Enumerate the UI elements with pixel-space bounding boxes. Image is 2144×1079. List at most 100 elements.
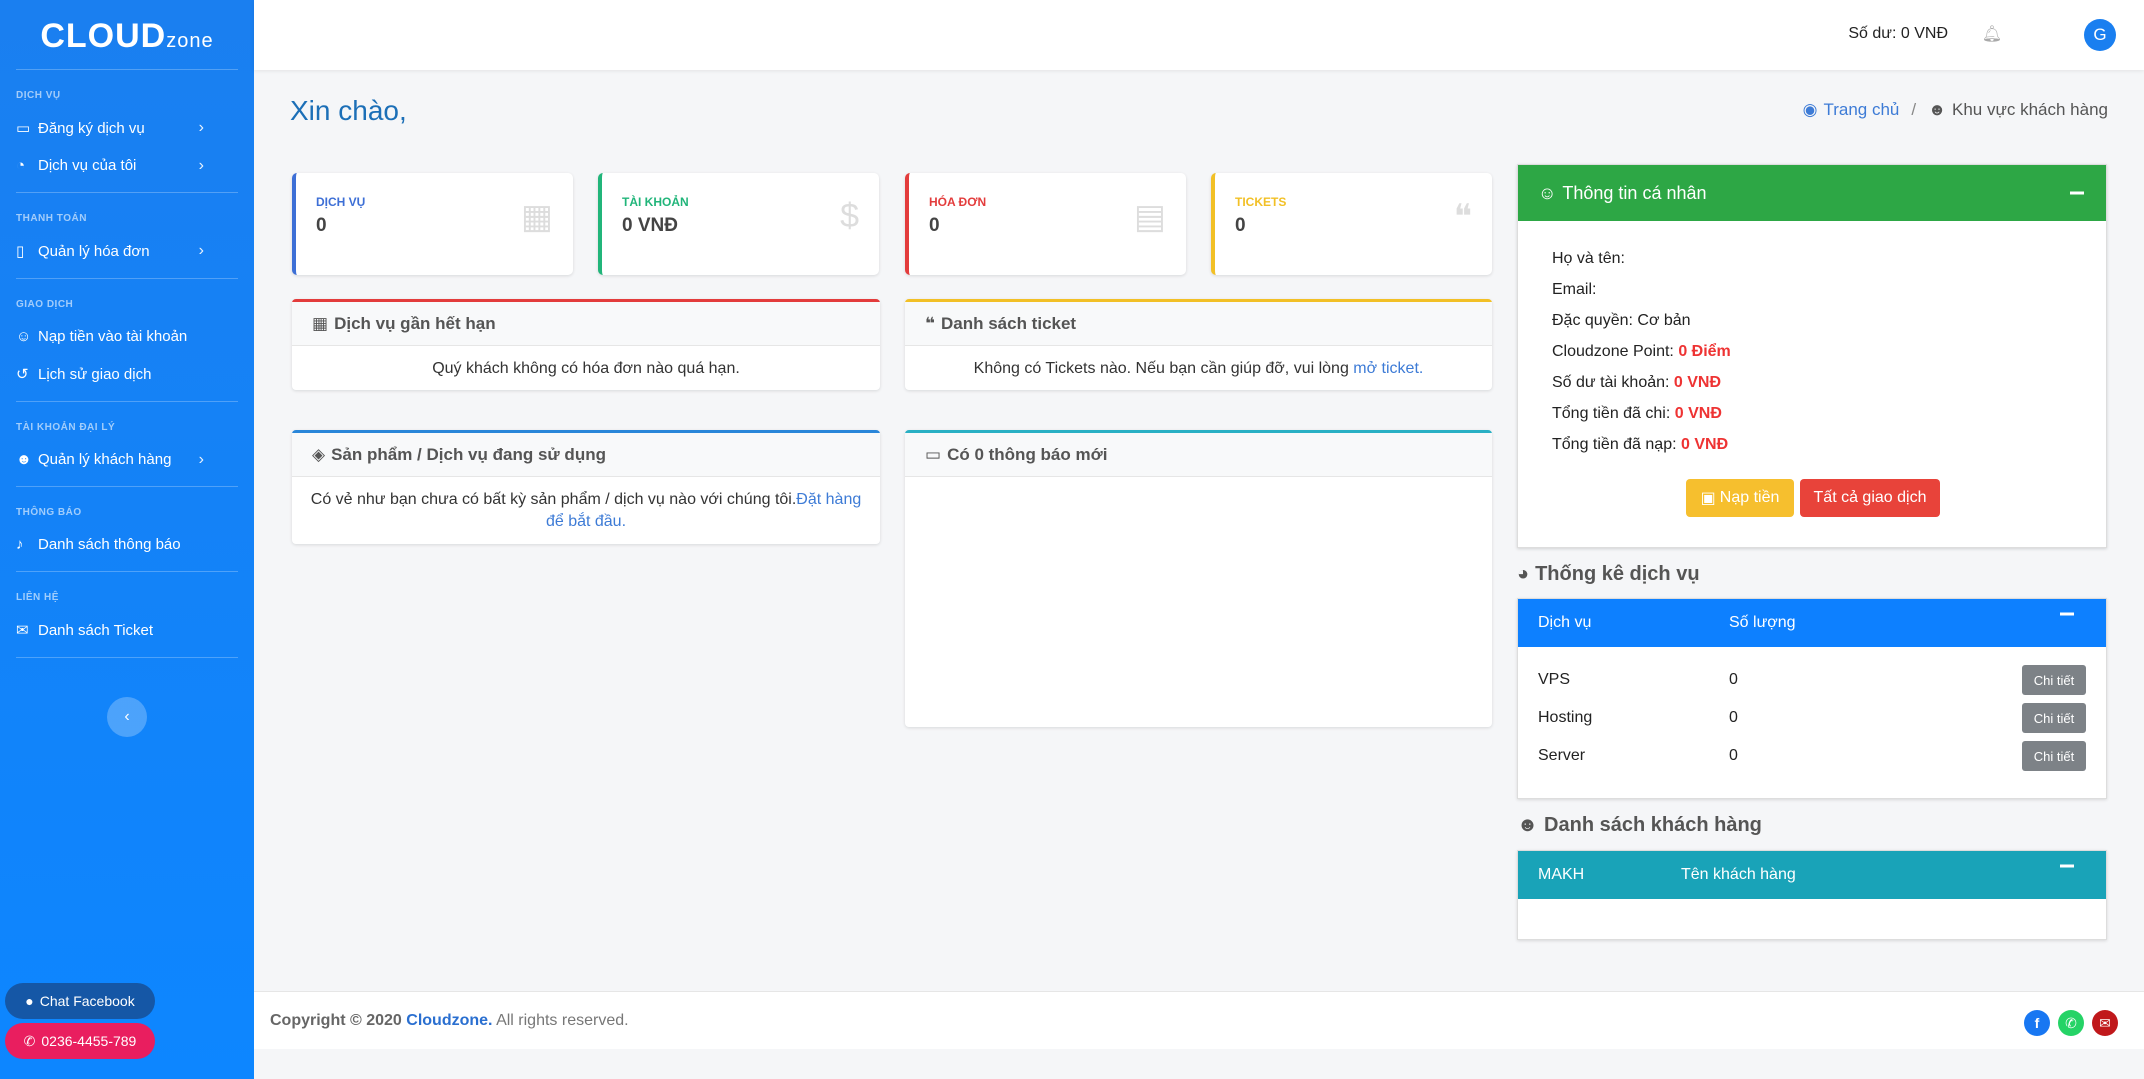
stat-label: HÓA ĐƠN <box>929 195 987 209</box>
sidebar-item-label: Danh sách Ticket <box>38 621 154 639</box>
panel-body: Có vẻ như bạn chưa có bất kỳ sản phẩm / … <box>292 477 880 545</box>
panel-body-text: Không có Tickets nào. Nếu bạn cần giúp đ… <box>973 360 1354 377</box>
detail-button[interactable]: Chi tiết <box>2022 741 2086 771</box>
balance-text: Số dư: 0 VNĐ <box>1848 25 1948 42</box>
chat-facebook-button[interactable]: ● Chat Facebook <box>5 983 155 1019</box>
breadcrumb-current: Khu vực khách hàng <box>1952 100 2108 119</box>
info-label: Đặc quyền: <box>1552 312 1633 329</box>
stat-value: 0 <box>1235 215 1246 236</box>
sidebar: CLOUDzone DỊCH VỤ ▭ Đăng ký dịch vụ › ◔ … <box>0 0 254 1079</box>
phone-icon: ✆ <box>23 1032 36 1049</box>
mail-icon[interactable]: ✉ <box>2092 1010 2118 1036</box>
calendar-icon: ▦ <box>520 198 553 236</box>
stat-card-invoices[interactable]: HÓA ĐƠN 0 ▤ <box>905 173 1186 275</box>
breadcrumb-home[interactable]: Trang chủ <box>1823 100 1899 120</box>
deposit-button-label: Nạp tiền <box>1719 489 1780 506</box>
stat-card-services[interactable]: DỊCH VỤ 0 ▦ <box>292 173 573 275</box>
stat-label: TICKETS <box>1235 195 1287 209</box>
stat-value: 0 <box>929 215 940 236</box>
deposit-button[interactable]: ▣ Nạp tiền <box>1686 479 1794 517</box>
info-row-point: Cloudzone Point: 0 Điểm <box>1552 336 2072 367</box>
sidebar-item-label: Dịch vụ của tôi <box>38 157 137 174</box>
sidebar-item-register-service[interactable]: ▭ Đăng ký dịch vụ › <box>0 109 254 147</box>
personal-info-rows: Họ và tên: Email: Đặc quyền: Cơ bản Clou… <box>1518 221 2106 482</box>
info-value: 0 VNĐ <box>1673 374 1722 391</box>
messenger-icon: ● <box>25 993 34 1009</box>
panel-body: Không có Tickets nào. Nếu bạn cần giúp đ… <box>905 346 1492 392</box>
personal-info-title: Thông tin cá nhân <box>1562 182 1707 203</box>
sidebar-item-tickets[interactable]: ✉ Danh sách Ticket <box>0 611 254 649</box>
history-icon: ↺ <box>16 366 29 383</box>
column-header: Số lượng <box>1729 614 1796 631</box>
chevron-right-icon: › <box>198 119 204 136</box>
sidebar-item-label: Danh sách thông báo <box>38 536 181 553</box>
panel-header: ▭ Có 0 thông báo mới <box>905 433 1492 477</box>
service-name: Server <box>1538 747 1586 764</box>
facebook-icon[interactable]: f <box>2024 1010 2050 1036</box>
notifications-panel: ▭ Có 0 thông báo mới <box>905 430 1492 727</box>
sidebar-item-deposit[interactable]: ☺ Nạp tiền vào tài khoản <box>0 318 254 355</box>
info-row-name: Họ và tên: <box>1552 243 2072 274</box>
breadcrumb-separator: / <box>1911 100 1917 119</box>
dollar-icon: $ <box>840 197 859 235</box>
info-label: Họ và tên: <box>1552 250 1625 267</box>
stat-card-account[interactable]: TÀI KHOẢN 0 VNĐ $ <box>598 173 879 275</box>
column-header: Dịch vụ <box>1538 614 1592 631</box>
all-transactions-button[interactable]: Tất cả giao dịch <box>1800 479 1940 517</box>
chat-facebook-label: Chat Facebook <box>39 993 135 1009</box>
customers-title: ☻ Danh sách khách hàng <box>1517 814 1762 837</box>
service-qty: 0 <box>1729 709 1738 726</box>
panel-header: ❝ Danh sách ticket <box>905 302 1492 346</box>
phone-label: 0236-4455-789 <box>41 1033 137 1049</box>
service-stats-title: ◕ Thống kê dịch vụ <box>1517 563 1700 586</box>
avatar[interactable]: G <box>2084 19 2116 51</box>
info-label: Số dư tài khoản: <box>1552 374 1670 391</box>
detail-button[interactable]: Chi tiết <box>2022 665 2086 695</box>
info-row-email: Email: <box>1552 274 2072 305</box>
money-icon: ▣ <box>1700 490 1716 507</box>
phone-button[interactable]: ✆ 0236-4455-789 <box>5 1023 155 1059</box>
phone-icon[interactable]: ✆ <box>2058 1010 2084 1036</box>
collapse-icon[interactable] <box>2060 612 2074 616</box>
info-row-balance: Số dư tài khoản: 0 VNĐ <box>1552 367 2072 398</box>
logo[interactable]: CLOUDzone <box>16 0 238 70</box>
table-row: VPS 0 Chi tiết <box>1518 661 2106 699</box>
column-header: MAKH <box>1538 866 1585 883</box>
column-header: Tên khách hàng <box>1681 866 1796 883</box>
sidebar-item-label: Đăng ký dịch vụ <box>38 119 145 137</box>
products-panel: ◈ Sản phẩm / Dịch vụ đang sử dụng Có vẻ … <box>292 430 880 544</box>
store-icon: ▭ <box>16 120 31 137</box>
panel-title: Sản phẩm / Dịch vụ đang sử dụng <box>331 444 606 464</box>
footer-brand-link[interactable]: Cloudzone. <box>406 1012 492 1029</box>
sidebar-item-invoices[interactable]: ▯ Quản lý hóa đơn › <box>0 232 254 270</box>
sidebar-collapse-button[interactable]: ‹ <box>107 697 147 737</box>
sidebar-item-notifications[interactable]: ♪ Danh sách thông báo <box>0 526 254 563</box>
info-label: Cloudzone Point: <box>1552 343 1674 360</box>
copyright-text: Copyright © 2020 <box>270 1012 402 1029</box>
info-value: 0 Điểm <box>1678 343 1731 360</box>
ticket-list-panel: ❝ Danh sách ticket Không có Tickets nào.… <box>905 299 1492 390</box>
sidebar-section-title: GIAO DỊCH <box>16 299 74 310</box>
stat-card-tickets[interactable]: TICKETS 0 ❝ <box>1211 173 1492 275</box>
stat-value: 0 <box>316 215 327 236</box>
notification-bell-icon[interactable]: 🔔︎ <box>1982 24 2002 44</box>
open-ticket-link[interactable]: mở ticket. <box>1353 360 1423 377</box>
clipboard-list-icon: ▤ <box>1133 198 1166 236</box>
sidebar-item-history[interactable]: ↺ Lịch sử giao dịch <box>0 355 254 393</box>
table-header: MAKH Tên khách hàng <box>1518 851 2106 899</box>
chevron-right-icon: › <box>198 242 204 259</box>
sidebar-item-customers[interactable]: ☻ Quản lý khách hàng › <box>0 441 254 478</box>
table-row: Hosting 0 Chi tiết <box>1518 699 2106 737</box>
collapse-icon[interactable] <box>2060 864 2074 868</box>
sidebar-item-my-services[interactable]: ◔ Dịch vụ của tôi › <box>0 147 254 184</box>
info-row-spent: Tổng tiền đã chi: 0 VNĐ <box>1552 398 2072 429</box>
comments-icon: ✉ <box>16 622 29 639</box>
sidebar-item-label: Nạp tiền vào tài khoản <box>38 328 188 345</box>
detail-button[interactable]: Chi tiết <box>2022 703 2086 733</box>
sidebar-item-label: Lịch sử giao dịch <box>38 365 152 383</box>
collapse-icon[interactable] <box>2070 191 2084 195</box>
panel-title: Danh sách ticket <box>940 313 1077 333</box>
customers-table: MAKH Tên khách hàng <box>1517 850 2107 940</box>
sidebar-section-title: THÔNG BÁO <box>16 507 82 518</box>
table-row: Server 0 Chi tiết <box>1518 737 2106 775</box>
